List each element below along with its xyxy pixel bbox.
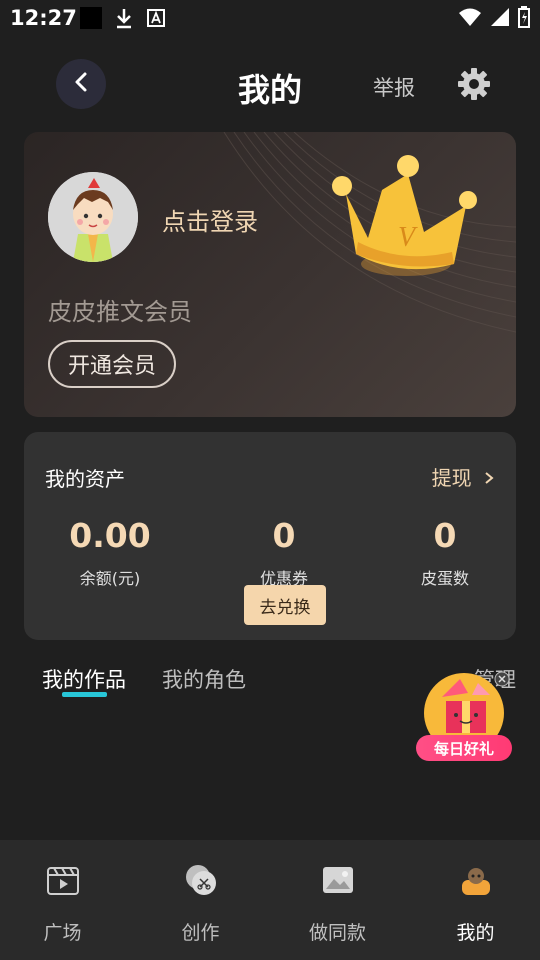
tab-indicator xyxy=(62,692,107,697)
member-name: 皮皮推文会员 xyxy=(48,298,192,326)
crown-icon: V xyxy=(326,146,486,290)
gear-icon xyxy=(456,68,492,106)
coupons-value: 0 xyxy=(272,516,296,555)
image-icon xyxy=(270,860,405,900)
nav-plaza-label: 广场 xyxy=(43,922,82,944)
tab-my-roles[interactable]: 我的角色 xyxy=(162,664,246,694)
avatar[interactable] xyxy=(48,172,138,262)
assets-title: 我的资产 xyxy=(45,467,125,491)
nav-same-style[interactable]: 做同款 xyxy=(270,860,405,945)
nav-mine[interactable]: 我的 xyxy=(408,860,540,945)
assets-card: 我的资产 提现 0.00 余额(元) 0 优惠券 0 皮蛋数 去兑换 xyxy=(24,432,516,640)
balance-value: 0.00 xyxy=(69,516,151,555)
nav-create-label: 创作 xyxy=(181,922,220,944)
tab-my-works[interactable]: 我的作品 xyxy=(42,664,126,694)
close-icon[interactable] xyxy=(494,671,510,691)
nav-create[interactable]: 创作 xyxy=(133,860,268,945)
scissors-icon xyxy=(133,860,268,900)
withdraw-link[interactable]: 提现 xyxy=(432,462,494,491)
chevron-right-icon xyxy=(484,466,494,490)
eggs-stat[interactable]: 0 皮蛋数 xyxy=(365,516,525,589)
bottom-nav: 广场 创作 做同款 我的 xyxy=(0,840,540,960)
signal-icon xyxy=(490,6,510,32)
video-play-icon xyxy=(0,860,130,900)
withdraw-label: 提现 xyxy=(431,466,472,490)
open-vip-button[interactable]: 开通会员 xyxy=(48,340,176,388)
status-time: 12:27 xyxy=(10,6,77,30)
wifi-icon xyxy=(458,6,482,32)
eggs-value: 0 xyxy=(433,516,457,555)
crown-badge: V xyxy=(398,222,418,253)
balance-stat[interactable]: 0.00 余额(元) xyxy=(30,516,190,589)
battery-icon xyxy=(518,6,530,32)
exchange-button[interactable]: 去兑换 xyxy=(244,585,326,625)
nav-mine-label: 我的 xyxy=(456,922,495,944)
status-bar: 12:27 xyxy=(0,0,540,36)
login-link[interactable]: 点击登录 xyxy=(162,202,258,237)
settings-button[interactable] xyxy=(456,66,492,106)
notification-square-icon xyxy=(80,7,102,33)
nav-same-style-label: 做同款 xyxy=(308,922,366,944)
balance-label: 余额(元) xyxy=(79,569,141,588)
nav-plaza[interactable]: 广场 xyxy=(0,860,130,945)
vip-card: 点击登录 皮皮推文会员 开通会员 V xyxy=(24,132,516,417)
daily-gift-label: 每日好礼 xyxy=(416,735,512,761)
eggs-label: 皮蛋数 xyxy=(420,569,469,588)
coupons-stat[interactable]: 0 优惠券 xyxy=(204,516,364,589)
text-a-icon xyxy=(147,7,165,33)
daily-gift-widget[interactable]: 每日好礼 xyxy=(416,667,516,767)
download-icon xyxy=(115,7,133,33)
user-icon xyxy=(408,860,540,900)
top-bar: 我的 举报 xyxy=(0,56,540,116)
report-button[interactable]: 举报 xyxy=(373,72,415,102)
